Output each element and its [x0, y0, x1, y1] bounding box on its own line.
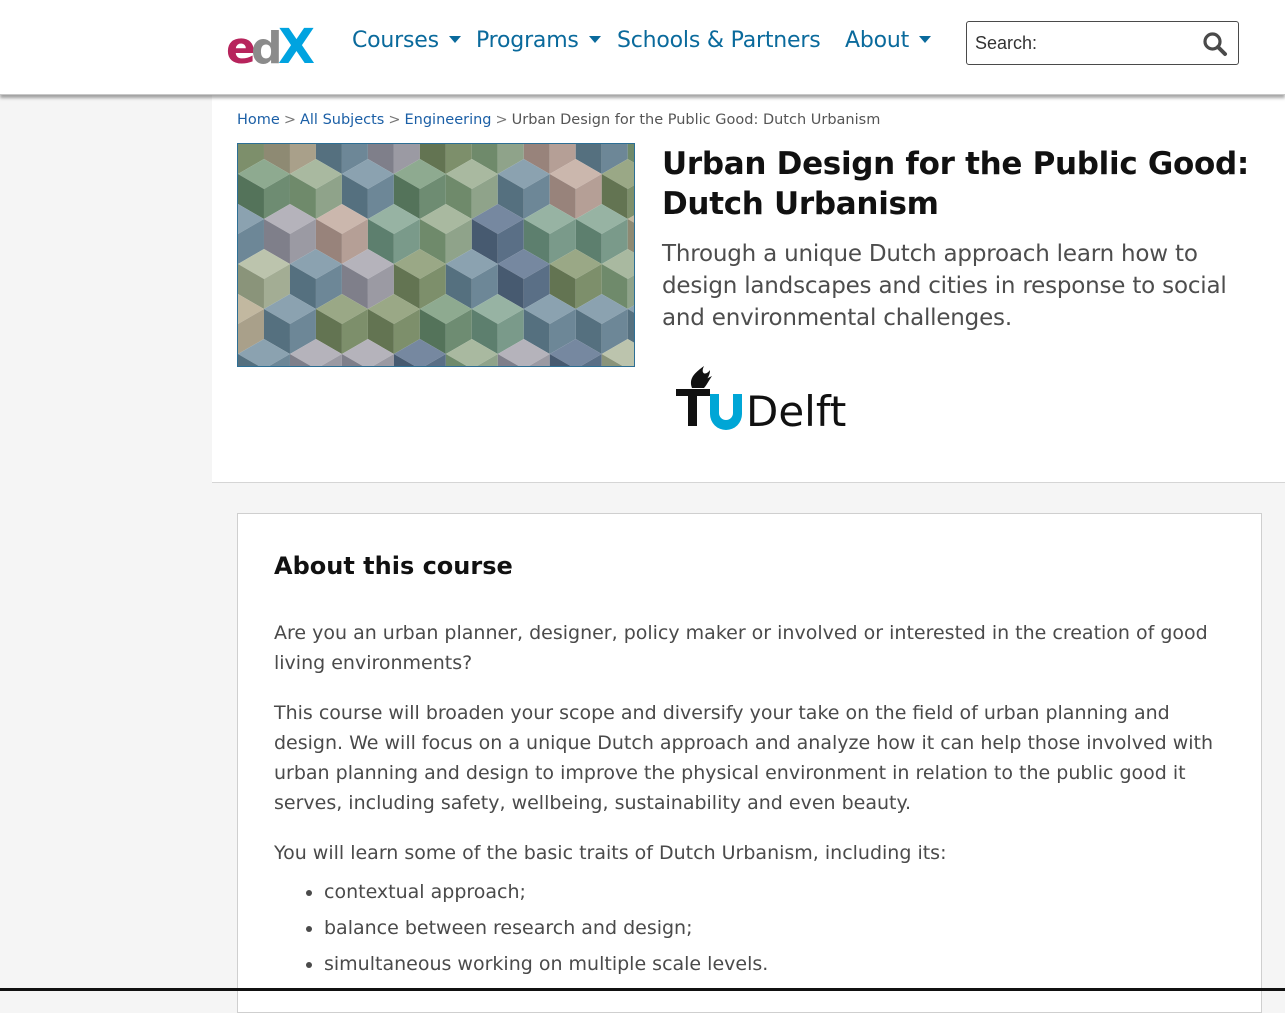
breadcrumb: Home > All Subjects > Engineering > Urban Desi…	[237, 112, 880, 128]
course-title: Urban Design for the Public Good: Dutch …	[662, 146, 1250, 222]
edx-logo[interactable]: e d X	[226, 19, 322, 67]
list-item: contextual approach;	[324, 874, 1229, 910]
nav-schools-partners-label: Schools & Partners	[617, 28, 821, 53]
nav-programs-label: Programs	[476, 28, 579, 53]
site-header: e d X Courses Programs Schools & Partner…	[0, 0, 1285, 95]
nav-courses[interactable]: Courses	[352, 28, 461, 53]
list-item: simultaneous working on multiple scale l…	[324, 946, 1229, 982]
chevron-down-icon	[448, 35, 461, 43]
chevron-down-icon	[588, 35, 601, 43]
list-item: balance between research and design;	[324, 910, 1229, 946]
breadcrumb-current: Urban Design for the Public Good: Dutch …	[511, 112, 881, 128]
traits-list: contextual approach; balance between res…	[274, 874, 1229, 982]
breadcrumb-separator: >	[283, 112, 296, 128]
about-heading: About this course	[274, 552, 513, 580]
breadcrumb-separator: >	[495, 112, 508, 128]
breadcrumb-all-subjects[interactable]: All Subjects	[300, 112, 384, 128]
course-image	[237, 143, 635, 367]
svg-text:X: X	[278, 19, 315, 67]
svg-text:Delft: Delft	[746, 387, 846, 430]
nav-schools-partners[interactable]: Schools & Partners	[617, 28, 821, 53]
about-course-card: About this course Are you an urban plann…	[237, 513, 1262, 1013]
about-paragraph: Are you an urban planner, designer, poli…	[274, 622, 1208, 674]
breadcrumb-engineering[interactable]: Engineering	[405, 112, 492, 128]
search-icon[interactable]	[1202, 31, 1228, 57]
course-subtitle: Through a unique Dutch approach learn ho…	[662, 241, 1227, 331]
chevron-down-icon	[919, 35, 932, 43]
about-paragraph: You will learn some of the basic traits …	[274, 842, 947, 864]
about-body: Are you an urban planner, designer, poli…	[274, 618, 1229, 982]
course-hero: Home > All Subjects > Engineering > Urban Desi…	[212, 94, 1285, 483]
nav-about[interactable]: About	[845, 28, 932, 53]
nav-programs[interactable]: Programs	[476, 28, 601, 53]
search-box	[966, 21, 1239, 65]
cube-pattern-image	[238, 144, 634, 366]
nav-about-label: About	[845, 28, 910, 53]
search-input[interactable]	[975, 30, 1195, 56]
tudelft-logo[interactable]: Delft	[674, 358, 854, 430]
breadcrumb-separator: >	[388, 112, 401, 128]
about-paragraph: This course will broaden your scope and …	[274, 702, 1214, 814]
nav-courses-label: Courses	[352, 28, 439, 53]
breadcrumb-home[interactable]: Home	[237, 112, 280, 128]
